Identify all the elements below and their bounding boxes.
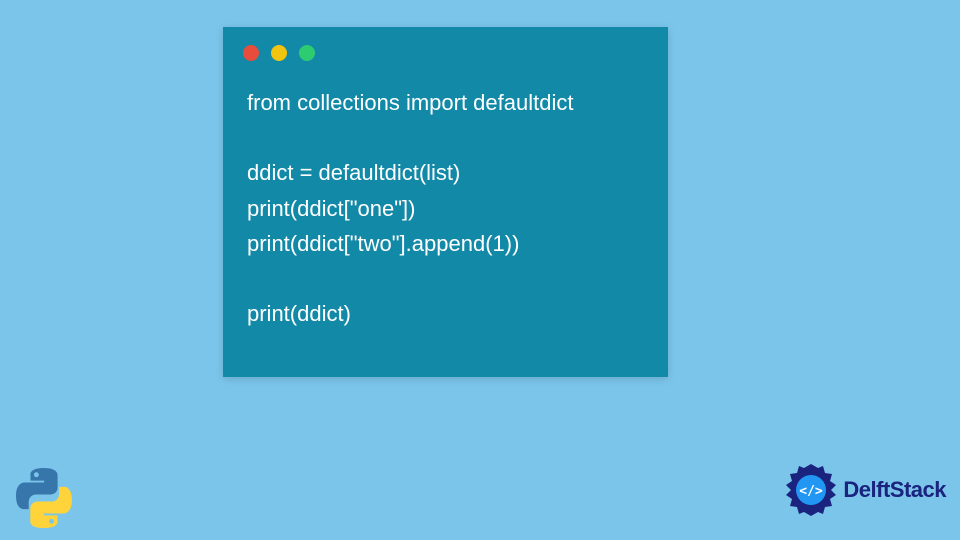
code-line: print(ddict) [247, 301, 351, 326]
code-line: print(ddict["one"]) [247, 196, 415, 221]
code-line: print(ddict["two"].append(1)) [247, 231, 519, 256]
delftstack-badge-icon: </> [783, 462, 839, 518]
brand-name: DelftStack [843, 477, 946, 503]
code-window: from collections import defaultdict ddic… [223, 27, 668, 377]
maximize-icon [299, 45, 315, 61]
close-icon [243, 45, 259, 61]
window-controls [243, 45, 315, 61]
python-icon [12, 466, 76, 530]
code-block: from collections import defaultdict ddic… [247, 85, 573, 331]
code-line: ddict = defaultdict(list) [247, 160, 460, 185]
code-line: from collections import defaultdict [247, 90, 573, 115]
delftstack-logo: </> DelftStack [783, 462, 946, 518]
svg-text:</>: </> [800, 484, 824, 499]
minimize-icon [271, 45, 287, 61]
